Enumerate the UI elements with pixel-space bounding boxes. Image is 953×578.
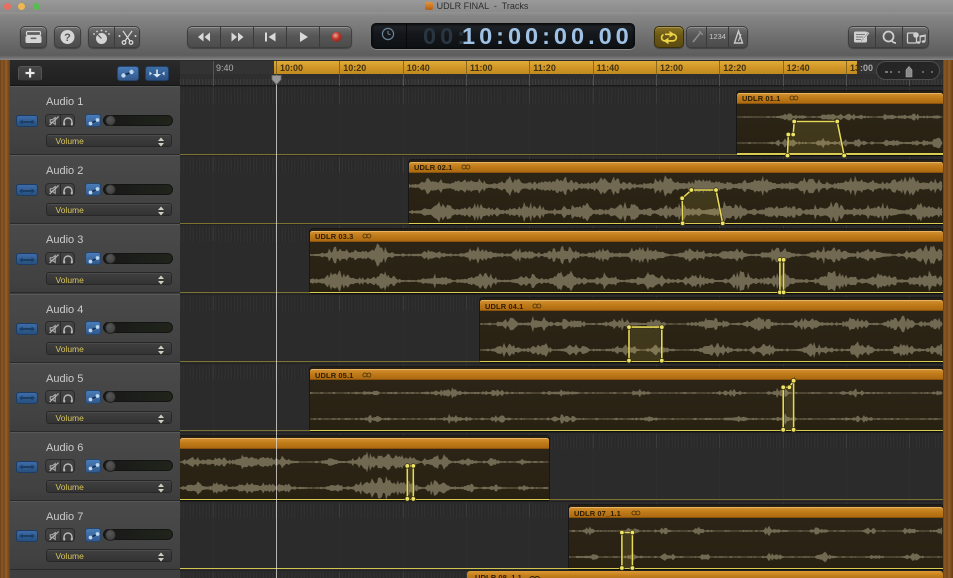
svg-text:?: ? [64, 32, 71, 44]
